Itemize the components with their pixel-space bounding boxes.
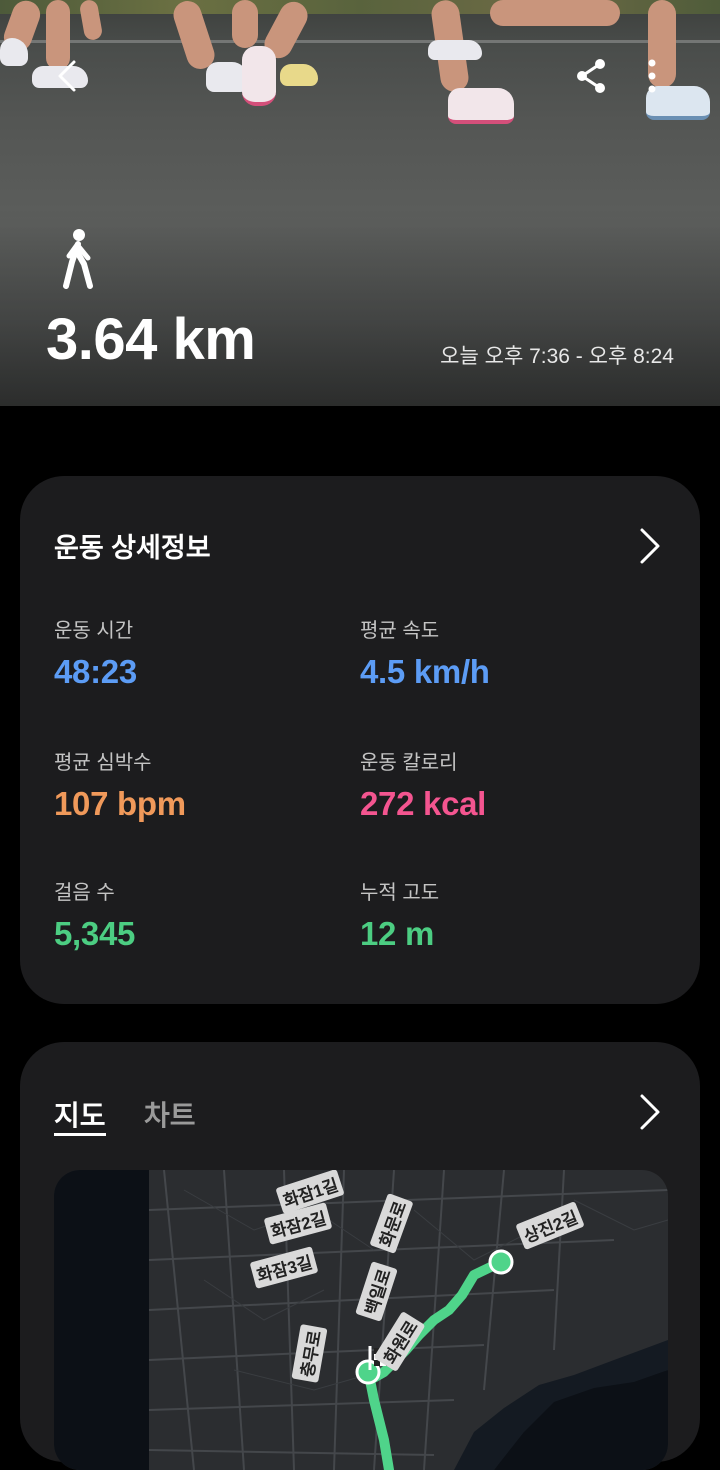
hero-photo: 3.64 km 오늘 오후 7:36 - 오후 8:24 <box>0 0 720 406</box>
map-chart-card: 지도 차트 화잠1길 화잠2길 화잠3길 화문로 충무로 백일로 상진2길 화원… <box>20 1042 700 1470</box>
stat-value: 272 kcal <box>360 785 487 822</box>
chevron-right-icon <box>640 1094 660 1130</box>
map-chevron-button[interactable] <box>638 1092 662 1132</box>
stat-avg-speed: 평균 속도 4.5 km/h <box>360 614 660 691</box>
walking-icon <box>58 228 104 290</box>
road-lane-line <box>0 40 720 43</box>
stat-value: 5,345 <box>54 915 136 952</box>
runner-shoe <box>242 46 276 106</box>
stat-avg-heart-rate: 평균 심박수 107 bpm <box>54 746 354 823</box>
runner-shoe <box>448 88 514 124</box>
stat-label: 걸음 수 <box>54 882 115 904</box>
runner-leg <box>232 0 258 48</box>
stat-value: 4.5 km/h <box>360 653 490 690</box>
stat-label: 평균 심박수 <box>54 752 152 774</box>
share-button[interactable] <box>572 56 612 96</box>
back-button[interactable] <box>52 58 88 94</box>
stat-elevation: 누적 고도 12 m <box>360 876 660 953</box>
details-chevron-button[interactable] <box>638 526 662 566</box>
stat-label: 평균 속도 <box>360 620 440 642</box>
stat-value: 12 m <box>360 915 435 952</box>
card-title: 운동 상세정보 <box>54 533 211 563</box>
stat-steps: 걸음 수 5,345 <box>54 876 354 953</box>
workout-time-range: 오늘 오후 7:36 - 오후 8:24 <box>440 345 674 368</box>
tab-map[interactable]: 지도 <box>54 1094 106 1134</box>
stat-duration: 운동 시간 48:23 <box>54 614 354 691</box>
runner-shoe <box>280 64 318 86</box>
stat-value: 48:23 <box>54 653 137 690</box>
stat-label: 운동 칼로리 <box>360 752 458 774</box>
chevron-right-icon <box>640 528 660 564</box>
workout-distance: 3.64 km <box>46 307 256 372</box>
stat-calories: 운동 칼로리 272 kcal <box>360 746 660 823</box>
route-map[interactable]: 화잠1길 화잠2길 화잠3길 화문로 충무로 백일로 상진2길 화원로 <box>54 1170 668 1470</box>
stat-label: 누적 고도 <box>360 882 440 904</box>
active-tab-indicator <box>54 1133 106 1136</box>
runner-shoe <box>428 40 482 60</box>
share-icon <box>577 59 605 93</box>
workout-details-card[interactable]: 운동 상세정보 운동 시간 48:23 평균 속도 4.5 km/h 평균 심박… <box>20 476 700 1004</box>
more-vert-icon <box>648 59 656 93</box>
stat-label: 운동 시간 <box>54 620 134 642</box>
stat-value: 107 bpm <box>54 785 186 822</box>
runner-leg <box>490 0 620 26</box>
back-arrow-icon <box>58 60 76 92</box>
tab-chart[interactable]: 차트 <box>144 1094 196 1134</box>
more-options-button[interactable] <box>634 56 670 96</box>
